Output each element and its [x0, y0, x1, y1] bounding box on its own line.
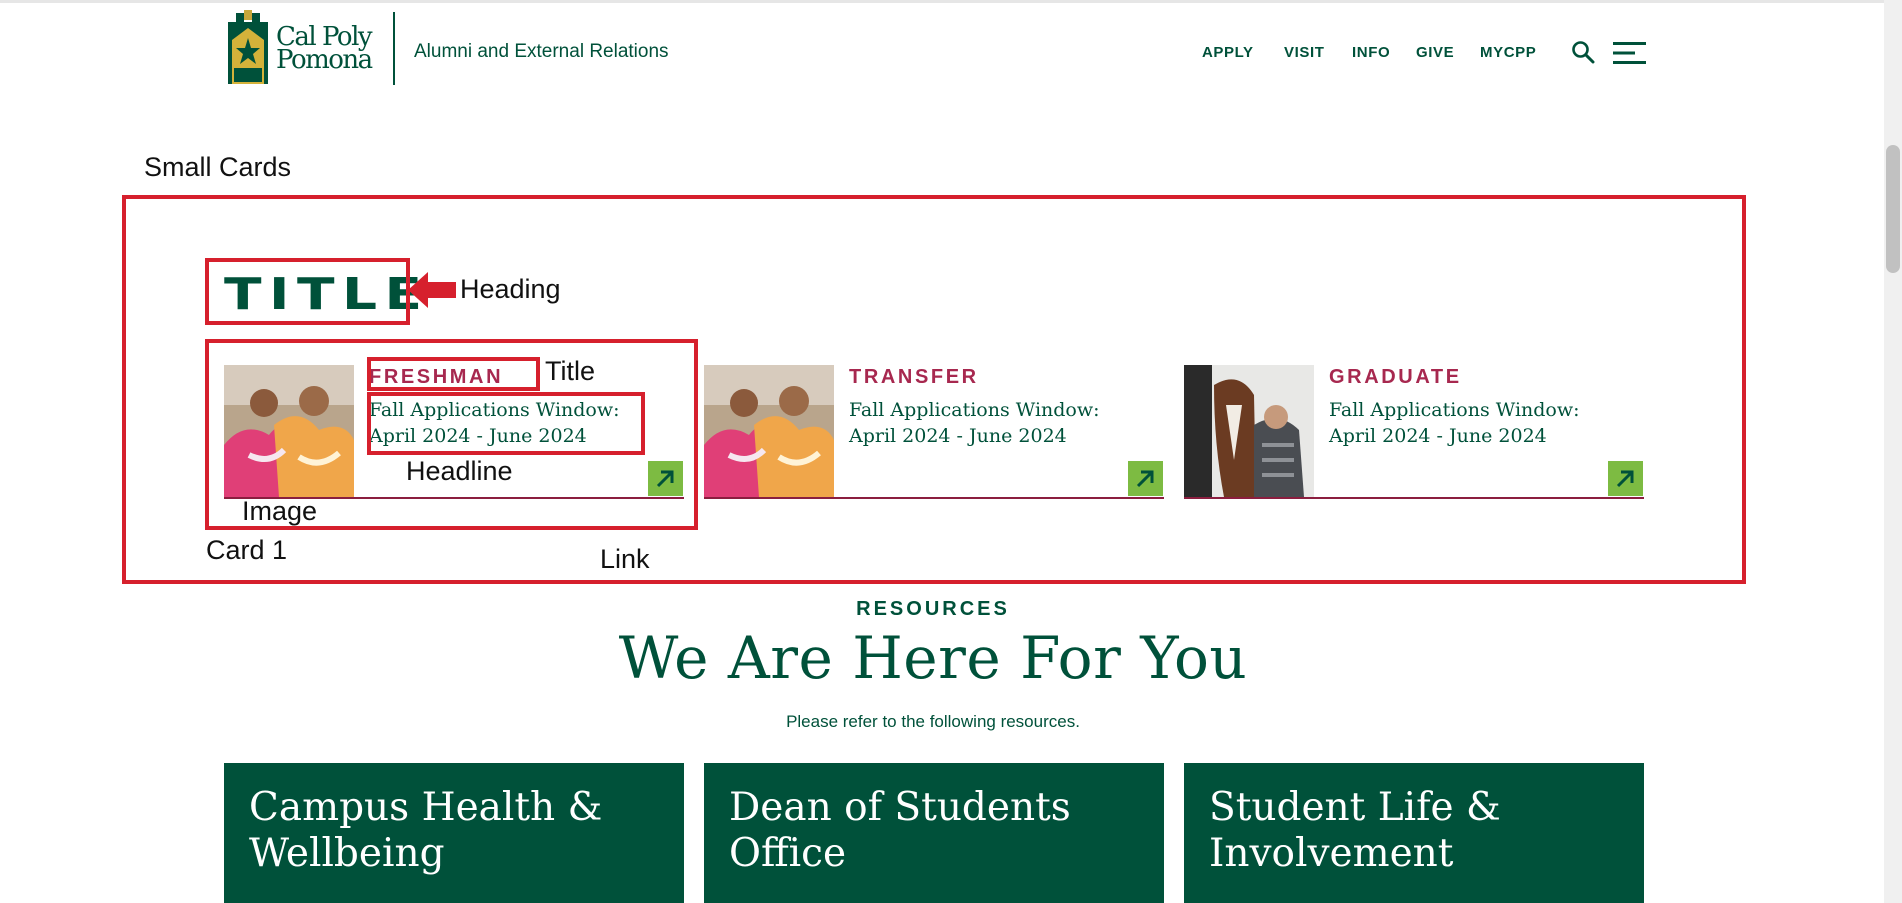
- card-title: GRADUATE: [1329, 366, 1462, 388]
- annotation-title: Title: [545, 356, 596, 386]
- annotation-headline: Headline: [406, 456, 513, 486]
- annotation-card1: Card 1: [206, 535, 288, 565]
- card-title: TRANSFER: [849, 366, 979, 388]
- nav-visit[interactable]: VISIT: [1284, 44, 1325, 61]
- annotation-box-heading: [205, 258, 410, 325]
- card-image: [1184, 365, 1314, 497]
- arrow-up-right-icon: [1616, 470, 1634, 488]
- card-link-button[interactable]: [1608, 461, 1643, 496]
- resource-campus-health[interactable]: Campus Health & Wellbeing: [224, 763, 684, 903]
- annotation-small-cards: Small Cards: [144, 152, 292, 182]
- card-transfer[interactable]: TRANSFER Fall Applications Window: April…: [704, 365, 1164, 500]
- nav-apply[interactable]: APPLY: [1202, 44, 1254, 61]
- top-border: [0, 0, 1902, 3]
- annotation-arrow-icon: [408, 272, 456, 308]
- annotation-image: Image: [242, 496, 318, 526]
- resources-heading: We Are Here For You: [618, 624, 1248, 692]
- logo-tower-icon: [228, 10, 268, 84]
- nav-mycpp[interactable]: MYCPP: [1480, 44, 1536, 61]
- annotation-link: Link: [600, 544, 650, 574]
- annotation-box-headline: [367, 392, 645, 455]
- resources-label: RESOURCES: [856, 598, 1010, 620]
- resource-title: Dean of Students Office: [729, 785, 1071, 876]
- logo-text: Cal Poly Pomona: [276, 22, 373, 75]
- site-name[interactable]: Alumni and External Relations: [414, 41, 669, 63]
- resource-title: Campus Health & Wellbeing: [249, 785, 603, 876]
- cal-poly-pomona-logo[interactable]: Cal Poly Pomona: [222, 10, 374, 86]
- card-graduate[interactable]: GRADUATE Fall Applications Window: April…: [1184, 365, 1644, 500]
- hamburger-menu-icon[interactable]: [1613, 41, 1646, 65]
- card-underline: [1184, 497, 1644, 499]
- card-underline: [704, 497, 1164, 499]
- search-icon[interactable]: [1571, 40, 1595, 64]
- resource-dean-of-students[interactable]: Dean of Students Office: [704, 763, 1164, 903]
- resources-description: Please refer to the following resources.: [786, 712, 1080, 731]
- nav-info[interactable]: INFO: [1352, 44, 1390, 61]
- scrollbar-thumb[interactable]: [1886, 145, 1900, 273]
- annotation-heading: Heading: [460, 274, 561, 304]
- card-link-button[interactable]: [1128, 461, 1163, 496]
- annotation-box-title: [367, 357, 540, 391]
- header-divider: [393, 12, 395, 85]
- card-image: [704, 365, 834, 497]
- nav-give[interactable]: GIVE: [1416, 44, 1454, 61]
- card-headline: Fall Applications Window: April 2024 - J…: [849, 399, 1100, 447]
- resource-title: Student Life & Involvement: [1209, 785, 1501, 876]
- resource-student-life[interactable]: Student Life & Involvement: [1184, 763, 1644, 903]
- card-headline: Fall Applications Window: April 2024 - J…: [1329, 399, 1580, 447]
- page-scrollbar[interactable]: [1884, 0, 1902, 903]
- arrow-up-right-icon: [1136, 470, 1154, 488]
